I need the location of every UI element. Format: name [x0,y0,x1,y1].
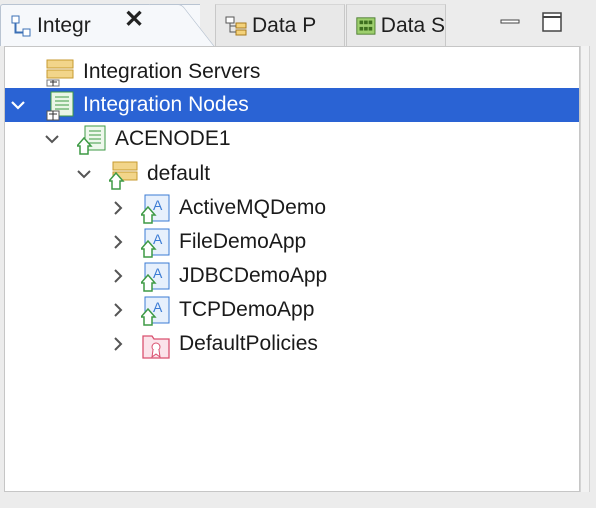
chevron-right-icon[interactable] [109,233,127,251]
tree-label: Integration Servers [83,60,261,83]
chevron-right-icon[interactable] [109,335,127,353]
application-icon: A [141,228,170,258]
tree-item-default-server[interactable]: default [5,157,579,191]
tree-label: Integration Nodes [83,93,249,116]
tree-item-integration-nodes[interactable]: Integration Nodes [5,88,579,122]
integration-tree[interactable]: Integration Servers Integration Nodes AC… [4,46,580,492]
tree-label: ACENODE1 [115,127,231,150]
tree-item-app[interactable]: A TCPDemoApp [5,293,579,327]
integration-server-icon [109,161,138,190]
tree-item-policies[interactable]: DefaultPolicies [5,327,579,361]
svg-text:A: A [153,197,163,213]
data-project-icon [225,16,247,35]
svg-text:A: A [153,265,163,281]
tree-item-app[interactable]: A FileDemoApp [5,225,579,259]
maximize-icon[interactable] [540,10,564,34]
application-icon: A [141,262,170,292]
chevron-down-icon[interactable] [75,165,93,183]
data-source-icon [356,16,376,35]
tree-label: default [147,162,211,185]
chevron-right-icon[interactable] [109,301,127,319]
chevron-down-icon[interactable] [43,130,61,148]
application-icon: A [141,194,170,224]
integration-node-icon [77,125,106,155]
tree-item-app[interactable]: A ActiveMQDemo [5,191,579,225]
close-tab-icon[interactable]: ✕ [124,8,144,32]
chevron-down-icon[interactable] [9,96,27,114]
tab-integration-explorer[interactable]: Integr [0,4,200,46]
tab-label: Integr [37,13,91,37]
chevron-right-icon[interactable] [109,199,127,217]
tree-item-app[interactable]: A JDBCDemoApp [5,259,579,293]
chevron-right-icon[interactable] [109,267,127,285]
policy-folder-icon [142,335,170,359]
svg-text:A: A [153,231,163,247]
application-icon: A [141,296,170,326]
tree-item-acenode1[interactable]: ACENODE1 [5,122,579,156]
tree-label: JDBCDemoApp [179,264,328,287]
node-folder-icon [46,91,74,121]
tab-data-project[interactable]: Data P [215,4,345,46]
tree-label: DefaultPolicies [179,332,318,355]
server-folder-icon [46,59,74,87]
minimize-icon[interactable] [498,10,522,34]
tree-item-integration-servers[interactable]: Integration Servers [5,55,579,89]
tree-label: FileDemoApp [179,230,307,253]
view-side-strip [580,46,590,492]
svg-text:A: A [153,299,163,315]
tree-label: ActiveMQDemo [179,196,327,219]
tab-label: Data S [380,13,445,37]
tab-data-source[interactable]: Data S [346,4,446,46]
tab-label: Data P [252,13,317,37]
integration-explorer-icon [11,15,31,36]
tree-label: TCPDemoApp [179,298,315,321]
view-tab-bar: Data S Data P Integr ✕ [0,0,596,46]
